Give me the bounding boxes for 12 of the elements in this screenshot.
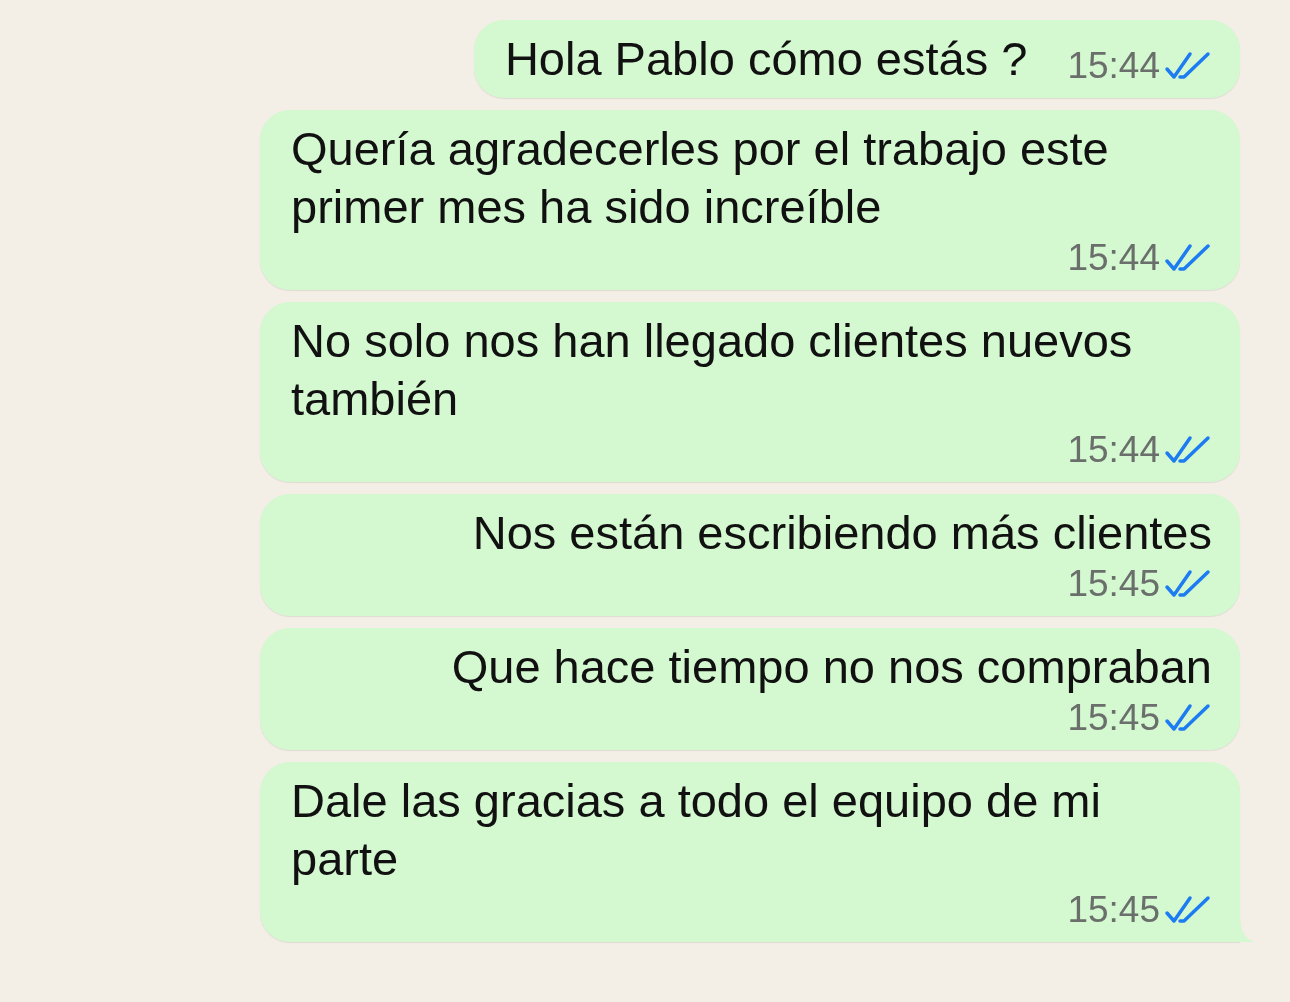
message-time: 15:45 <box>1067 696 1160 740</box>
message-text: Dale las gracias a todo el equipo de mi parte <box>291 773 1102 887</box>
message-text: No solo nos han llegado clientes nuevos también <box>291 313 1134 427</box>
message-time: 15:44 <box>1067 428 1160 472</box>
message-time: 15:44 <box>1067 44 1160 88</box>
message-text: Hola Pablo cómo estás ? <box>504 31 1028 87</box>
message-time: 15:45 <box>1067 562 1160 606</box>
message-text: Nos están escribiendo más clientes <box>472 505 1212 561</box>
message-text: Que hace tiempo no nos compraban <box>451 639 1212 695</box>
message-time: 15:44 <box>1067 236 1160 280</box>
message-time: 15:45 <box>1067 888 1160 932</box>
message-text: Quería agradecerles por el trabajo este primer mes ha sido increíble <box>291 121 1110 235</box>
